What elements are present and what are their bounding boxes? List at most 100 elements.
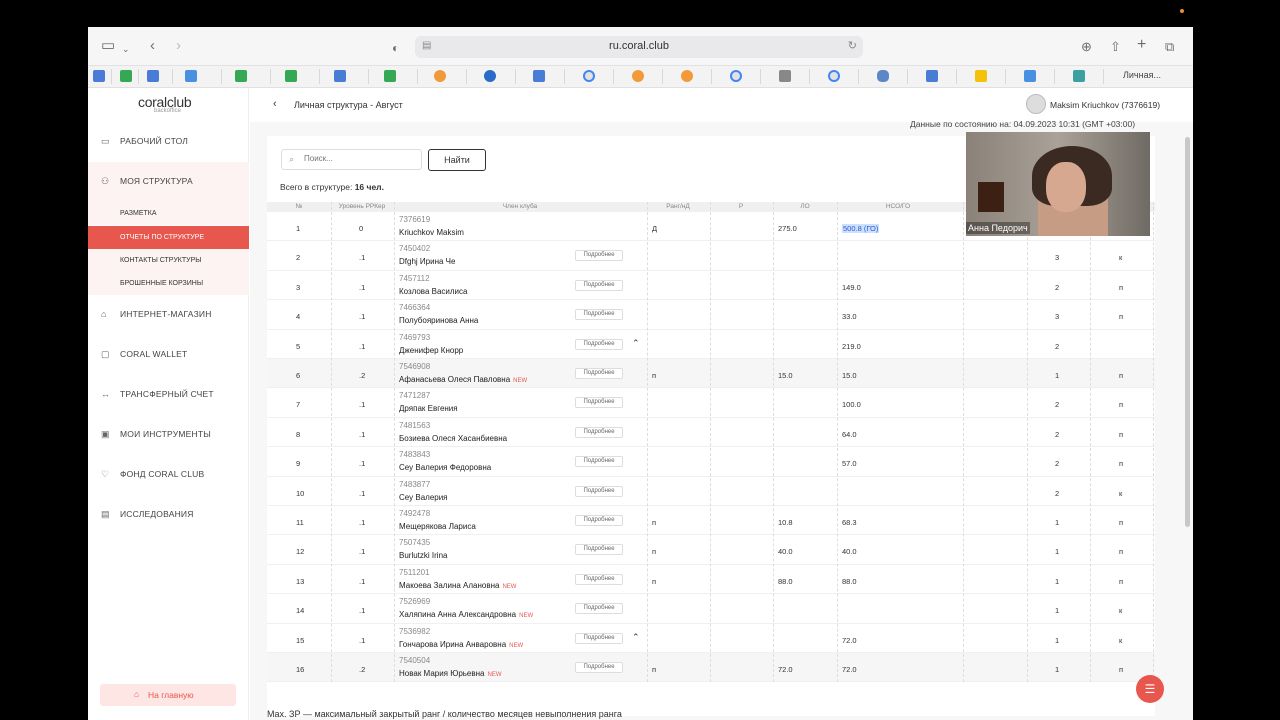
details-button[interactable]: Подробнее — [575, 632, 623, 644]
new-tab-icon[interactable]: + — [1137, 36, 1146, 54]
table-row[interactable]: 16 .2 п 72.0 72.0 1 п 7540504 Новак Мария Юрьевн… — [267, 653, 1155, 683]
details-button[interactable]: Подробнее — [575, 662, 623, 673]
avatar[interactable] — [1026, 94, 1046, 114]
scrollbar[interactable] — [1185, 137, 1190, 527]
sidebar-item-wallet[interactable]: ▢ CORAL WALLET — [88, 335, 249, 375]
collapse-caret-icon[interactable]: ⌃ — [632, 338, 640, 349]
r-bookmark-icon[interactable] — [779, 70, 791, 82]
chevron-down-icon[interactable]: ⌄ — [122, 40, 130, 58]
calendar-bookmark-icon[interactable] — [185, 70, 197, 82]
sheets-bookmark-icon[interactable] — [384, 70, 396, 82]
member-name[interactable]: Бозиева Олеся Хасанбиевна — [399, 434, 507, 443]
table-row[interactable]: 8 .1 64.0 2 п 7481563 Бозиева Олеся Хасанбиевн… — [267, 418, 1155, 448]
member-name[interactable]: Афанасьева Олеся Павловна NEW — [399, 375, 527, 384]
home-button[interactable]: ⌂ На главную — [100, 684, 236, 706]
member-name[interactable]: Kriuchkov Maksim — [399, 228, 464, 237]
sidebar-item-tools[interactable]: ▣ МОИ ИНСТРУМЕНТЫ — [88, 415, 249, 455]
table-row[interactable]: 6 .2 п 15.0 15.0 1 п 7546908 Афанасьева Олеся Па… — [267, 359, 1155, 389]
details-button[interactable]: Подробнее — [575, 515, 623, 526]
table-row[interactable]: 12 .1 п 40.0 40.0 1 п 7507435 Burlutzki Irina Под… — [267, 535, 1155, 565]
details-button[interactable]: Подробнее — [575, 279, 623, 291]
back-icon[interactable]: ‹ — [150, 37, 155, 55]
sidebar-item-structure[interactable]: ⚇ МОЯ СТРУКТУРА — [88, 162, 249, 202]
sheets-bookmark-icon[interactable] — [235, 70, 247, 82]
google-bookmark-icon[interactable] — [828, 70, 840, 82]
back-arrow-icon[interactable]: ‹ — [273, 98, 277, 110]
puzzle-bookmark-icon[interactable] — [877, 70, 889, 82]
member-name[interactable]: Дряпак Евгения — [399, 404, 458, 413]
address-bar[interactable]: ▤ ru.coral.club ↻ — [415, 36, 863, 58]
sidebar-item-desktop[interactable]: ▭ РАБОЧИЙ СТОЛ — [88, 122, 249, 162]
collapse-caret-icon[interactable]: ⌃ — [632, 632, 640, 643]
reload-icon[interactable]: ↻ — [848, 39, 857, 52]
link-bookmark-icon[interactable] — [484, 70, 496, 82]
docs-bookmark-icon[interactable] — [93, 70, 105, 82]
details-button[interactable]: Подробнее — [575, 338, 623, 350]
details-button[interactable]: Подробнее — [575, 368, 623, 379]
docs-bookmark-icon[interactable] — [926, 70, 938, 82]
details-button[interactable]: Подробнее — [575, 250, 623, 262]
table-row[interactable]: 13 .1 п 88.0 88.0 1 п 7511201 Макоева Залина Ала… — [267, 565, 1155, 595]
table-row[interactable]: 15 .1 72.0 1 к 7536982 Гончарова Ирина Анваров… — [267, 624, 1155, 653]
search-input[interactable] — [304, 154, 414, 163]
table-row[interactable]: 7 .1 100.0 2 п 7471287 Дряпак Евгения Подробнее — [267, 388, 1155, 418]
details-button[interactable]: Подробнее — [575, 397, 623, 409]
docs-bookmark-icon[interactable] — [147, 70, 159, 82]
google-bookmark-icon[interactable] — [730, 70, 742, 82]
cloud-bookmark-icon[interactable] — [632, 70, 644, 82]
member-name[interactable]: Дженифер Кнорр — [399, 346, 463, 355]
sheets-bookmark-icon[interactable] — [285, 70, 297, 82]
forward-icon[interactable]: › — [176, 37, 181, 55]
docs-bookmark-icon[interactable] — [334, 70, 346, 82]
sidebar-subitem-abandoned-carts[interactable]: БРОШЕННЫЕ КОРЗИНЫ — [88, 272, 249, 295]
sidebar-toggle-icon[interactable]: ▭ — [101, 37, 115, 55]
sidebar-item-transfer[interactable]: ↔ ТРАНСФЕРНЫЙ СЧЕТ — [88, 375, 249, 415]
table-row[interactable]: 9 .1 57.0 2 п 7483843 Сеу Валерия Федоровна Под… — [267, 447, 1155, 477]
details-button[interactable]: Подробнее — [575, 426, 623, 438]
member-name[interactable]: Мещерякова Лариса — [399, 522, 476, 531]
sidebar-subitem-markup[interactable]: РАЗМЕТКА — [88, 202, 249, 225]
share-icon[interactable]: ⇧ — [1110, 38, 1121, 56]
sidebar-subitem-reports[interactable]: ОТЧЕТЫ ПО СТРУКТУРЕ — [88, 226, 249, 249]
member-name[interactable]: Халяпина Анна Александровна NEW — [399, 610, 533, 619]
cloud-bookmark-icon[interactable] — [681, 70, 693, 82]
sidebar-subitem-contacts[interactable]: КОНТАКТЫ СТРУКТУРЫ — [88, 249, 249, 272]
sheets-bookmark-icon[interactable] — [120, 70, 132, 82]
member-name[interactable]: Новак Мария Юрьевна NEW — [399, 669, 502, 678]
tabs-overview-icon[interactable]: ⧉ — [1165, 38, 1174, 56]
details-button[interactable]: Подробнее — [575, 573, 623, 585]
details-button[interactable]: Подробнее — [575, 456, 623, 468]
sidebar-item-fund[interactable]: ♡ ФОНД CORAL CLUB — [88, 455, 249, 495]
sidebar-item-shop[interactable]: ⌂ ИНТЕРНЕТ-МАГАЗИН — [88, 295, 249, 335]
member-name[interactable]: Burlutzki Irina — [399, 551, 447, 560]
table-row[interactable]: 10 .1 2 к 7483877 Сеу Валерия Подробнее — [267, 477, 1155, 506]
x-bookmark-icon[interactable] — [1073, 70, 1085, 82]
member-name[interactable]: Сеу Валерия Федоровна — [399, 463, 491, 472]
member-name[interactable]: Козлова Василиса — [399, 287, 467, 296]
details-button[interactable]: Подробнее — [575, 309, 623, 321]
search-field[interactable]: ⌕ — [281, 149, 422, 170]
member-name[interactable]: Гончарова Ирина Анваровна NEW — [399, 640, 523, 649]
cloud-bookmark-icon[interactable] — [434, 70, 446, 82]
table-row[interactable]: 3 .1 149.0 2 п 7457112 Козлова Василиса Подробн… — [267, 271, 1155, 301]
details-button[interactable]: Подробнее — [575, 544, 623, 556]
member-name[interactable]: Макоева Залина Алановна NEW — [399, 581, 516, 590]
slides-bookmark-icon[interactable] — [975, 70, 987, 82]
table-row[interactable]: 5 .1 219.0 2 7469793 Дженифер Кнорр Подробнее ⌃ — [267, 330, 1155, 359]
table-row[interactable]: 11 .1 п 10.8 68.3 1 п 7492478 Мещерякова Лариса П… — [267, 506, 1155, 536]
shield-icon[interactable]: ◐ — [392, 39, 399, 57]
google-bookmark-icon[interactable] — [583, 70, 595, 82]
chat-button[interactable]: ☰ — [1136, 675, 1164, 703]
download-icon[interactable]: ⊕ — [1081, 38, 1092, 56]
details-button[interactable]: Подробнее — [575, 603, 623, 615]
details-button[interactable]: Подробнее — [575, 485, 623, 497]
member-name[interactable]: Полубояринова Анна — [399, 316, 478, 325]
member-name[interactable]: Сеу Валерия — [399, 493, 448, 502]
table-row[interactable]: 4 .1 33.0 3 п 7466364 Полубояринова Анна Подроб… — [267, 300, 1155, 330]
bookmark-personal[interactable]: Личная... — [1123, 70, 1161, 80]
docs-bookmark-icon[interactable] — [533, 70, 545, 82]
table-row[interactable]: 14 .1 1 к 7526969 Халяпина Анна Александровна… — [267, 594, 1155, 624]
member-name[interactable]: Dfghj Ирина Че — [399, 257, 455, 266]
find-button[interactable]: Найти — [428, 149, 486, 171]
user-name[interactable]: Maksim Kriuchkov (7376619) — [1050, 100, 1160, 110]
